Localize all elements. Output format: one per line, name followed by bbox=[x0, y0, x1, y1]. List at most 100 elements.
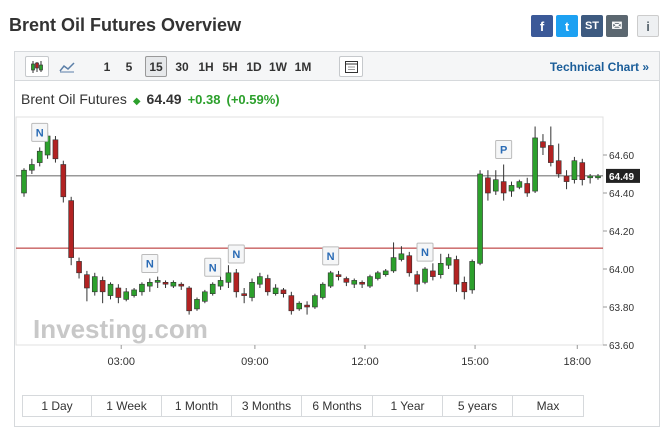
candle-body bbox=[264, 278, 271, 293]
news-marker-label: N bbox=[232, 249, 240, 261]
stocktwits-icon[interactable]: ST bbox=[581, 15, 603, 37]
candle-body bbox=[139, 283, 145, 293]
candle-body bbox=[430, 270, 436, 277]
candle-body bbox=[84, 274, 90, 289]
twitter-icon[interactable]: t bbox=[556, 15, 578, 37]
y-tick-label: 64.20 bbox=[609, 227, 634, 238]
chart-panel: 1 5 15 30 1H 5H 1D 1W 1M Technical Chart » Brent… bbox=[14, 51, 660, 427]
candle-body bbox=[288, 295, 295, 312]
candle-body bbox=[21, 169, 27, 194]
candle-body bbox=[209, 283, 216, 294]
candle-body bbox=[91, 276, 98, 293]
candlestick-chart[interactable]: Investing.com 64.60 64.40 64.20 64.00 63.80 63… bbox=[15, 52, 659, 392]
candle-body bbox=[202, 291, 208, 302]
x-tick-label: 18:00 bbox=[564, 356, 592, 368]
range-1-day[interactable]: 1 Day bbox=[22, 395, 92, 417]
candle-body bbox=[398, 253, 405, 260]
candle-body bbox=[272, 287, 279, 294]
news-marker-label: P bbox=[500, 145, 507, 157]
news-marker-label: N bbox=[146, 259, 154, 271]
news-marker-label: N bbox=[209, 262, 217, 274]
y-tick-label: 63.60 bbox=[609, 341, 634, 352]
candle-body bbox=[312, 295, 318, 308]
candle-body bbox=[123, 291, 130, 300]
candle-body bbox=[595, 175, 601, 179]
candle-body bbox=[406, 255, 413, 274]
range-3-months[interactable]: 3 Months bbox=[231, 395, 302, 417]
candle-body bbox=[579, 162, 586, 180]
candle-body bbox=[233, 272, 240, 293]
candle-body bbox=[194, 299, 200, 310]
candle-body bbox=[437, 263, 444, 276]
range-5-years[interactable]: 5 years bbox=[442, 395, 513, 417]
candle-body bbox=[29, 164, 35, 171]
candle-body bbox=[60, 164, 67, 198]
candle-body bbox=[68, 200, 74, 258]
candle-body bbox=[319, 283, 326, 298]
candle-body bbox=[587, 175, 593, 179]
range-1-month[interactable]: 1 Month bbox=[161, 395, 232, 417]
facebook-icon[interactable]: f bbox=[531, 15, 553, 37]
candle-body bbox=[147, 282, 153, 287]
candle-body bbox=[304, 304, 310, 308]
candle-body bbox=[225, 272, 232, 283]
news-marker-label: N bbox=[421, 247, 429, 259]
candle-body bbox=[548, 145, 554, 163]
x-tick-label: 15:00 bbox=[461, 356, 489, 368]
candle-body bbox=[359, 282, 365, 285]
candle-body bbox=[422, 268, 428, 283]
candle-body bbox=[477, 173, 483, 264]
x-tick-label: 03:00 bbox=[107, 356, 135, 368]
candle-body bbox=[540, 141, 546, 148]
candle-body bbox=[36, 150, 43, 163]
candle-body bbox=[445, 257, 452, 266]
range-1-week[interactable]: 1 Week bbox=[91, 395, 162, 417]
range-max[interactable]: Max bbox=[512, 395, 584, 417]
candle-body bbox=[390, 257, 397, 272]
candle-body bbox=[170, 282, 177, 287]
candle-body bbox=[516, 181, 523, 188]
range-6-months[interactable]: 6 Months bbox=[301, 395, 373, 417]
candle-body bbox=[52, 139, 59, 160]
candle-body bbox=[351, 280, 358, 285]
candle-body bbox=[532, 137, 538, 192]
candle-body bbox=[257, 276, 263, 285]
range-selector: 1 Day 1 Week 1 Month 3 Months 6 Months 1 Year… bbox=[22, 395, 584, 417]
candle-body bbox=[217, 280, 224, 287]
y-tick-label: 64.00 bbox=[609, 265, 634, 276]
candle-body bbox=[461, 282, 468, 293]
candle-body bbox=[382, 270, 389, 275]
candle-body bbox=[485, 177, 491, 194]
y-tick-label: 64.40 bbox=[609, 189, 634, 200]
candle-body bbox=[162, 282, 169, 285]
candle-body bbox=[241, 293, 247, 296]
candle-body bbox=[555, 160, 562, 175]
candle-body bbox=[154, 280, 161, 283]
share-bar: f t ST ✉ i bbox=[531, 15, 659, 37]
candle-body bbox=[524, 183, 531, 194]
candle-body bbox=[131, 289, 137, 296]
last-price-tag-label: 64.49 bbox=[609, 172, 634, 183]
candle-body bbox=[107, 283, 114, 296]
news-marker-label: N bbox=[36, 127, 44, 139]
info-icon[interactable]: i bbox=[637, 15, 659, 37]
range-1-year[interactable]: 1 Year bbox=[372, 395, 443, 417]
plot-area bbox=[15, 116, 604, 346]
candle-body bbox=[453, 259, 460, 285]
candle-body bbox=[335, 274, 342, 277]
page-title: Brent Oil Futures Overview bbox=[9, 15, 242, 35]
watermark-logo: Investing.com bbox=[33, 314, 208, 344]
candle-body bbox=[508, 185, 515, 192]
y-tick-label: 63.80 bbox=[609, 303, 634, 314]
x-tick-label: 09:00 bbox=[241, 356, 269, 368]
x-tick-label: 12:00 bbox=[351, 356, 379, 368]
news-marker-label: N bbox=[327, 251, 335, 263]
candle-body bbox=[492, 179, 499, 192]
candle-body bbox=[178, 283, 185, 287]
y-tick-label: 64.60 bbox=[609, 151, 634, 162]
email-icon[interactable]: ✉ bbox=[606, 15, 628, 37]
candle-body bbox=[500, 181, 507, 194]
candle-body bbox=[99, 280, 106, 293]
candle-body bbox=[327, 272, 334, 287]
candle-body bbox=[280, 289, 287, 294]
